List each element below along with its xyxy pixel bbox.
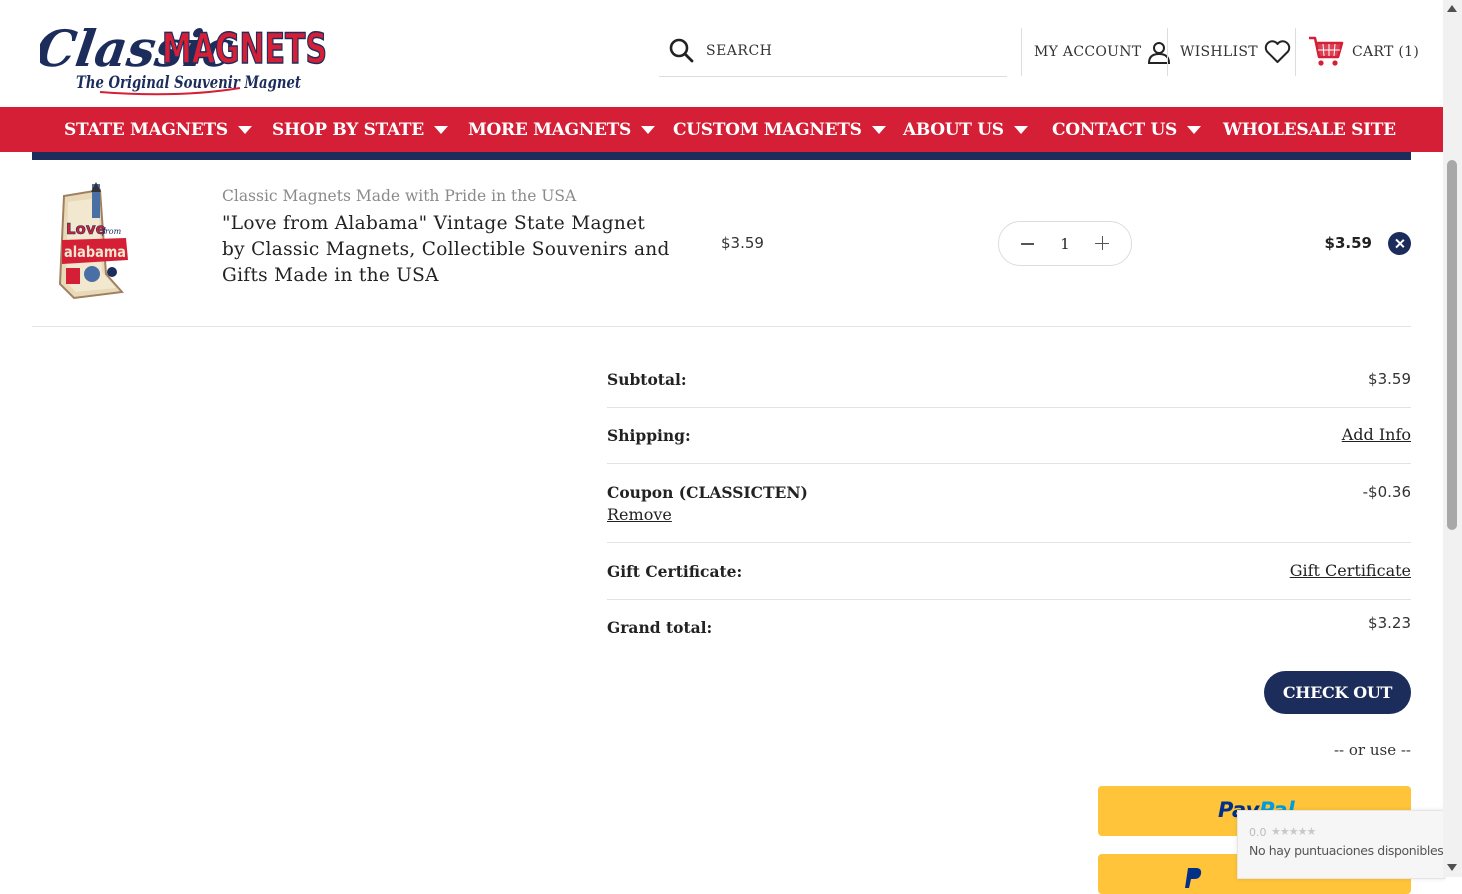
cart-icon	[1309, 36, 1344, 66]
nav-more-magnets[interactable]: MORE MAGNETS	[468, 107, 655, 152]
nav-label: SHOP BY STATE	[272, 119, 424, 140]
subtotal-value: $3.59	[1368, 370, 1411, 388]
image-text-1: Love	[66, 220, 106, 238]
subtotal-row: Subtotal: $3.59	[607, 362, 1411, 408]
image-text-3: alabama	[64, 243, 126, 261]
product-image[interactable]: Love from alabama	[52, 182, 136, 304]
coupon-value: -$0.36	[1362, 483, 1411, 501]
scroll-down-icon[interactable]	[1447, 864, 1457, 871]
nav-label: ABOUT US	[903, 119, 1004, 140]
nav-contact-us[interactable]: CONTACT US	[1052, 107, 1201, 152]
shipping-label: Shipping:	[607, 426, 691, 445]
remove-item-icon[interactable]	[1388, 232, 1411, 255]
checkout-button[interactable]: CHECK OUT	[1264, 671, 1411, 714]
quantity-value[interactable]: 1	[1055, 235, 1075, 253]
cart-link[interactable]: CART (1)	[1308, 28, 1419, 76]
nav-wholesale-site[interactable]: WHOLESALE SITE	[1223, 107, 1396, 152]
shipping-row: Shipping: Add Info	[607, 407, 1411, 464]
line-total: $3.59	[1324, 234, 1372, 252]
paypal-p-icon	[1185, 868, 1202, 888]
nav-label: MORE MAGNETS	[468, 119, 631, 140]
divider	[32, 326, 1411, 327]
divider	[1021, 28, 1022, 76]
caret-down-icon	[640, 125, 655, 134]
nav-custom-magnets[interactable]: CUSTOM MAGNETS	[673, 107, 886, 152]
rating-stars-icon: ★★★★★	[1271, 825, 1316, 838]
divider	[1295, 28, 1296, 76]
add-shipping-info-link[interactable]: Add Info	[1342, 425, 1411, 444]
logo-secondary: MAGNETS	[162, 24, 327, 73]
caret-down-icon	[1013, 125, 1028, 134]
search-icon	[669, 38, 694, 63]
caret-down-icon	[237, 125, 252, 134]
caret-down-icon	[433, 125, 448, 134]
grand-total-label: Grand total:	[607, 618, 713, 637]
scroll-up-icon[interactable]	[1447, 5, 1457, 12]
product-brand[interactable]: Classic Magnets Made with Pride in the U…	[222, 187, 576, 205]
wishlist-link[interactable]: WISHLIST	[1180, 28, 1291, 76]
coupon-row: Coupon (CLASSICTEN) Remove -$0.36	[607, 463, 1411, 543]
divider	[1167, 28, 1168, 76]
nav-label: WHOLESALE SITE	[1223, 119, 1396, 140]
quantity-decrease-icon[interactable]	[1021, 243, 1034, 245]
heart-icon	[1264, 40, 1291, 63]
subtotal-label: Subtotal:	[607, 370, 687, 389]
grand-total-value: $3.23	[1368, 614, 1411, 632]
grand-total-row: Grand total: $3.23	[607, 599, 1411, 649]
rating-text: No hay puntuaciones disponibles	[1249, 843, 1444, 858]
search-bar[interactable]: SEARCH	[659, 28, 1007, 77]
site-header: Classic MAGNETS The Original Souvenir Ma…	[0, 0, 1443, 107]
quantity-stepper: 1	[998, 221, 1132, 266]
gift-certificate-link[interactable]: Gift Certificate	[1290, 561, 1411, 580]
gift-certificate-row: Gift Certificate: Gift Certificate	[607, 542, 1411, 600]
page-scrollbar[interactable]	[1443, 0, 1462, 877]
search-label: SEARCH	[706, 43, 773, 59]
coupon-label: Coupon (CLASSICTEN)	[607, 483, 808, 502]
classic-magnets-logo[interactable]: Classic MAGNETS The Original Souvenir Ma…	[40, 8, 330, 100]
rating-widget[interactable]: 0.0 ★★★★★ No hay puntuaciones disponible…	[1237, 810, 1445, 879]
my-account-label: MY ACCOUNT	[1034, 44, 1142, 60]
nav-label: STATE MAGNETS	[64, 119, 228, 140]
table-header-bar	[32, 152, 1411, 160]
wishlist-label: WISHLIST	[1180, 44, 1258, 60]
nav-state-magnets[interactable]: STATE MAGNETS	[64, 107, 252, 152]
remove-coupon-link[interactable]: Remove	[607, 505, 672, 524]
product-price: $3.59	[721, 234, 764, 252]
nav-shop-by-state[interactable]: SHOP BY STATE	[272, 107, 448, 152]
nav-label: CONTACT US	[1052, 119, 1177, 140]
quantity-increase-icon[interactable]	[1095, 236, 1109, 250]
cart-label: CART (1)	[1352, 44, 1420, 60]
logo-tagline: The Original Souvenir Magnet	[76, 73, 301, 93]
caret-down-icon	[871, 125, 886, 134]
image-text-2: from	[101, 227, 122, 236]
gift-certificate-label: Gift Certificate:	[607, 562, 743, 581]
scrollbar-thumb[interactable]	[1447, 160, 1457, 530]
product-title[interactable]: "Love from Alabama" Vintage State Magnet…	[222, 211, 672, 289]
main-nav: STATE MAGNETS SHOP BY STATE MORE MAGNETS…	[0, 107, 1443, 152]
nav-about-us[interactable]: ABOUT US	[903, 107, 1028, 152]
rating-score: 0.0	[1249, 826, 1267, 839]
my-account-link[interactable]: MY ACCOUNT	[1034, 28, 1171, 76]
or-use-text: -- or use --	[1333, 741, 1411, 759]
caret-down-icon	[1187, 125, 1201, 134]
nav-label: CUSTOM MAGNETS	[673, 119, 862, 140]
